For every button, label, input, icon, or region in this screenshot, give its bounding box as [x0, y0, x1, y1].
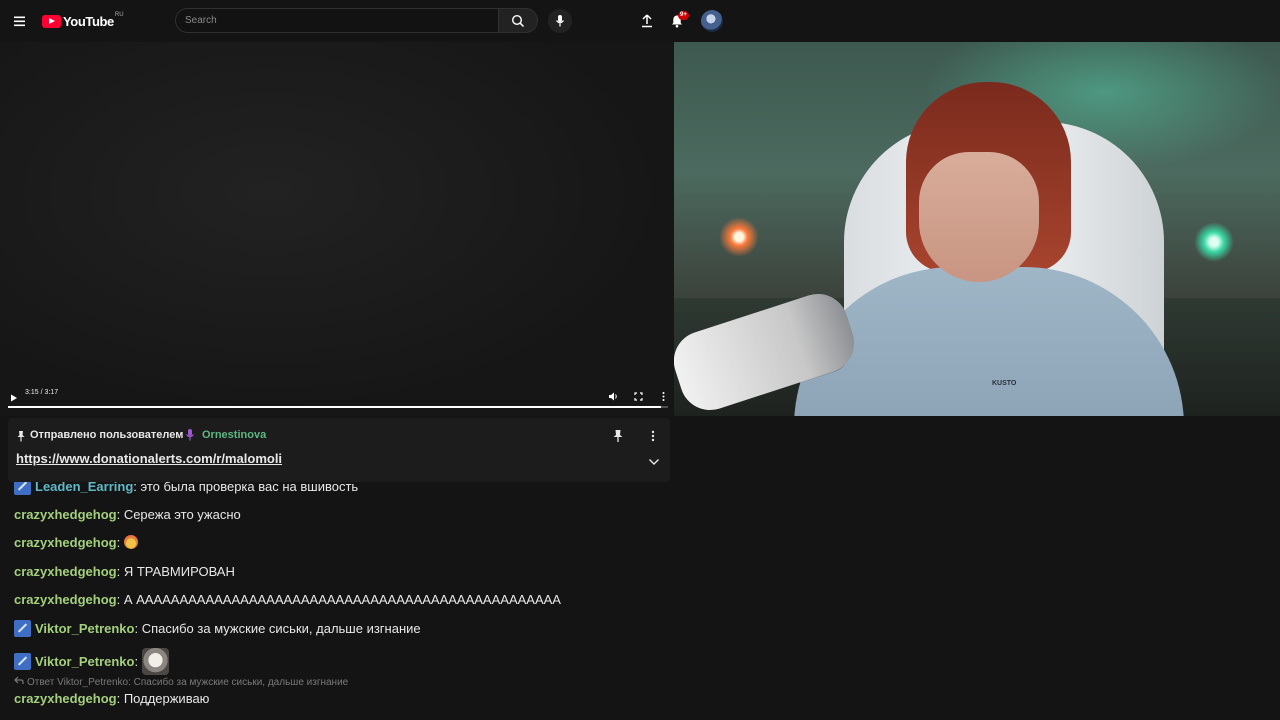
chat-message: crazyxhedgehog: [14, 535, 138, 550]
green-lamp [1194, 222, 1234, 262]
search-input[interactable] [175, 8, 498, 33]
pinned-message: Отправлено пользователем Ornestinova htt… [8, 418, 670, 482]
chat-message: crazyxhedgehog: Я ТРАВМИРОВАН [14, 564, 235, 579]
microphone-icon [556, 15, 564, 27]
chat-username[interactable]: crazyxhedgehog [14, 592, 117, 607]
orange-lamp [719, 217, 759, 257]
more-vert-icon [662, 392, 665, 401]
notification-count-badge: 9+ [678, 11, 689, 20]
search-icon [511, 14, 525, 27]
menu-icon[interactable] [10, 11, 30, 31]
dog-emote-icon [141, 648, 169, 675]
chat-username[interactable]: crazyxhedgehog [14, 535, 117, 550]
upload-icon [642, 14, 652, 28]
search-bar [175, 8, 538, 33]
volume-icon [609, 392, 617, 401]
player-controls: 3:15 / 3:17 [0, 384, 674, 414]
chat-text: : Спасибо за мужские сиськи, дальше изгн… [134, 621, 421, 636]
logo-text: YouTube [63, 13, 114, 29]
microphone-badge-icon [186, 429, 194, 441]
pinned-by-label: Отправлено пользователем [30, 429, 184, 441]
upload-button[interactable] [637, 11, 657, 31]
fullscreen-icon [634, 392, 643, 401]
chat-username[interactable]: crazyxhedgehog [14, 507, 117, 522]
moderator-badge-icon [14, 653, 31, 670]
pin-icon [17, 431, 25, 442]
video-player[interactable] [0, 42, 674, 416]
streamer-face [919, 152, 1039, 282]
moderator-badge-icon [14, 620, 31, 637]
time-display: 3:15 / 3:17 [25, 389, 59, 396]
reply-reference[interactable]: Ответ Viktor_Petrenko: Спасибо за мужски… [14, 676, 348, 688]
chat-message: crazyxhedgehog: Поддерживаю [14, 691, 209, 706]
more-options-button[interactable] [658, 389, 669, 401]
chat-username[interactable]: Viktor_Petrenko [35, 654, 134, 669]
chat-text: : [134, 654, 142, 669]
chat-username[interactable]: Viktor_Petrenko [35, 621, 134, 636]
fullscreen-button[interactable] [633, 389, 644, 401]
reply-text: Ответ Viktor_Petrenko: Спасибо за мужски… [27, 677, 349, 688]
chat-text: : [116, 535, 124, 550]
progress-fill [8, 406, 662, 408]
shirt-brand: KUSTO [992, 380, 1017, 387]
chevron-down-icon[interactable] [648, 458, 660, 466]
play-button[interactable] [9, 390, 19, 402]
chat-text: : А АААААААААААААААААААААААААААААААААААА… [116, 592, 561, 607]
youtube-logo[interactable]: YouTube RU [42, 12, 124, 29]
chat-message: Viktor_Petrenko: Спасибо за мужские сись… [14, 620, 421, 637]
pinned-more-button[interactable] [650, 429, 656, 443]
chat-text: : Поддерживаю [116, 691, 210, 706]
chat-message: crazyxhedgehog: Сережа это ужасно [14, 507, 241, 522]
search-button[interactable] [498, 8, 538, 33]
live-chat: Отправлено пользователем Ornestinova htt… [0, 416, 674, 720]
unpin-button[interactable] [612, 429, 624, 443]
progress-bar[interactable] [8, 406, 668, 408]
voice-search-button[interactable] [548, 9, 572, 33]
volume-button[interactable] [608, 389, 619, 401]
chat-message: Viktor_Petrenko: [14, 648, 169, 675]
top-bar: YouTube RU 9+ [0, 0, 1280, 42]
chat-text: : Я ТРАВМИРОВАН [116, 564, 235, 579]
pinned-username[interactable]: Ornestinova [202, 429, 266, 441]
avatar[interactable] [701, 10, 723, 32]
chat-username[interactable]: crazyxhedgehog [14, 564, 117, 579]
chat-username[interactable]: crazyxhedgehog [14, 691, 117, 706]
mind-blown-emoji-icon [123, 535, 138, 549]
region-code: RU [114, 12, 124, 18]
chat-text: : Сережа это ужасно [116, 507, 241, 522]
donation-link[interactable]: https://www.donationalerts.com/r/malomol… [16, 451, 282, 466]
youtube-play-icon [42, 14, 61, 28]
chat-message: crazyxhedgehog: А АААААААААААААААААААААА… [14, 592, 561, 607]
play-icon [11, 394, 17, 402]
reply-icon [14, 676, 24, 684]
webcam-overlay: KUSTO [674, 42, 1280, 416]
